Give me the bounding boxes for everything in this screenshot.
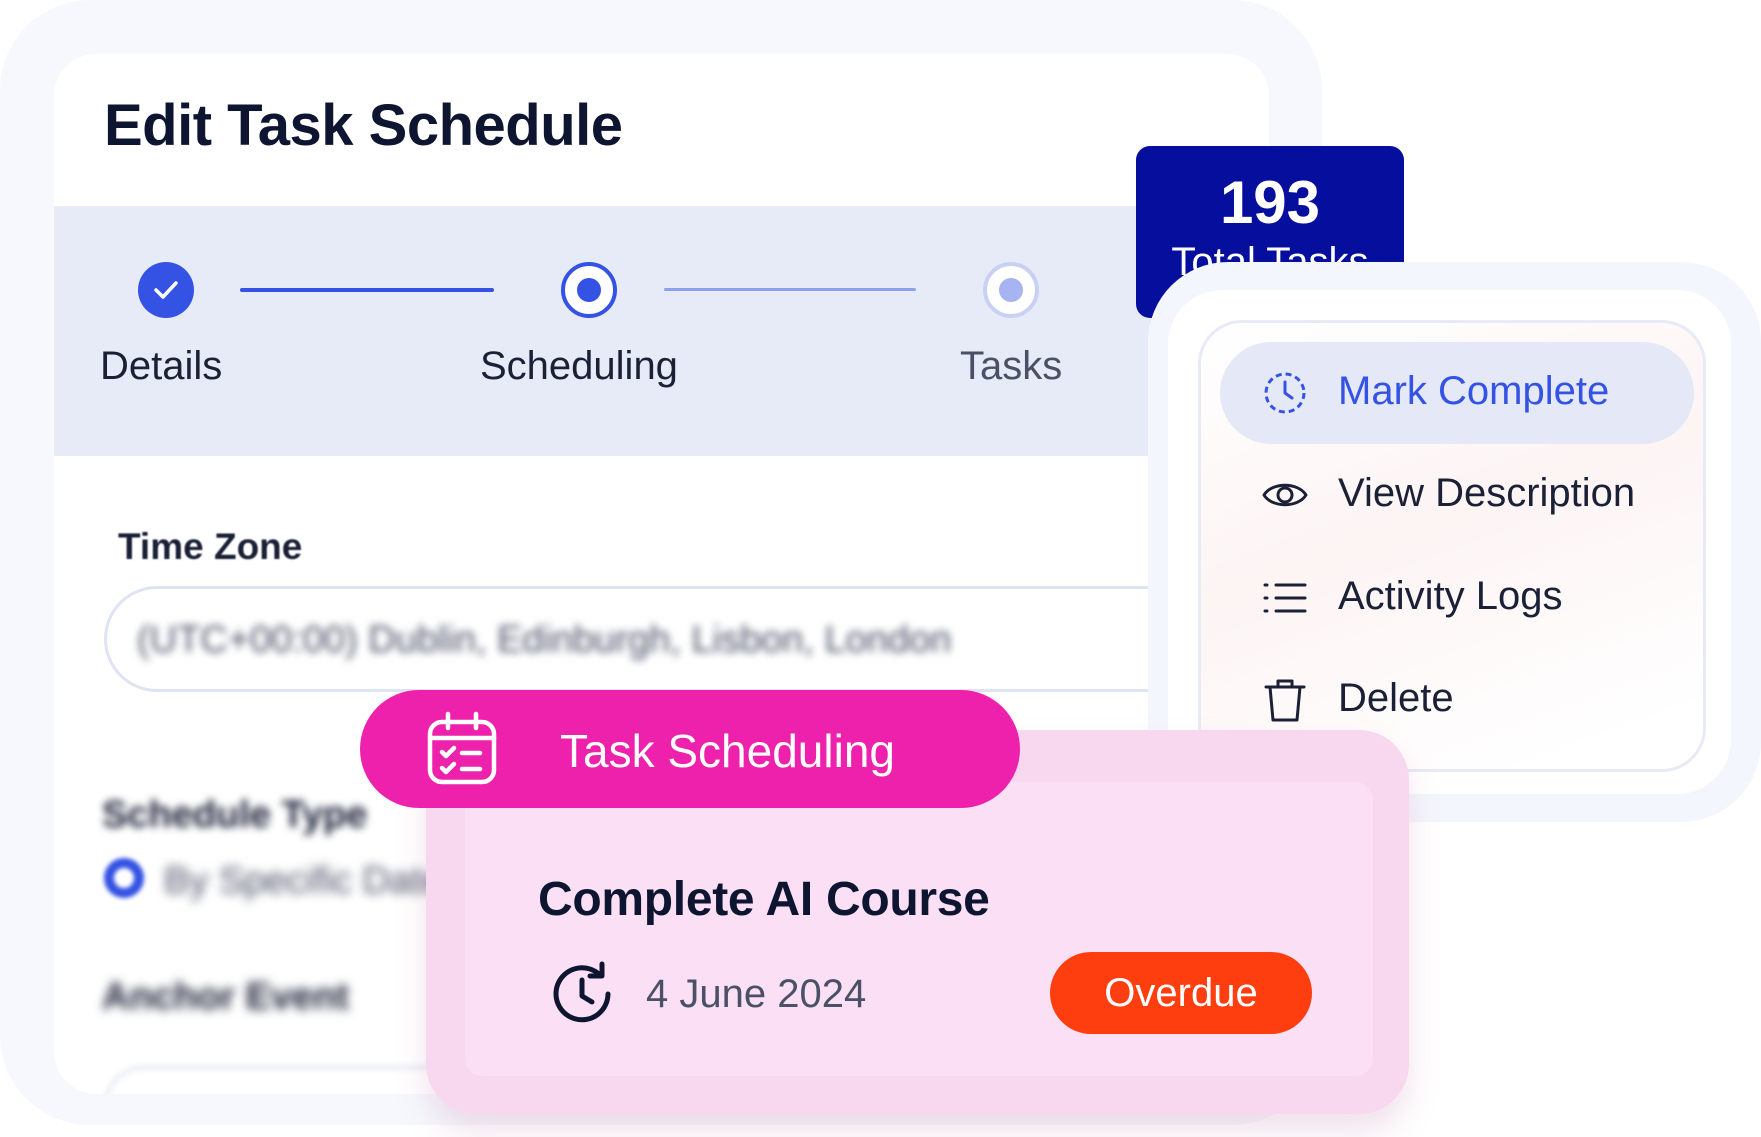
time-zone-select[interactable]: (UTC+00:00) Dublin, Edinburgh, Lisbon, L…: [104, 586, 1224, 692]
time-zone-value: (UTC+00:00) Dublin, Edinburgh, Lisbon, L…: [137, 619, 952, 661]
time-zone-label: Time Zone: [118, 526, 303, 567]
trash-icon: [1264, 679, 1306, 722]
eye-icon: [1262, 483, 1308, 507]
schedule-type-radio[interactable]: [104, 858, 144, 898]
total-tasks-count: 193: [1219, 169, 1321, 236]
menu-item-view-description[interactable]: View Description: [1220, 444, 1694, 546]
calendar-check-icon: [427, 711, 497, 785]
stepper: Details Scheduling Tasks: [54, 206, 1269, 456]
menu-item-mark-complete[interactable]: Mark Complete: [1220, 342, 1694, 444]
task-pill-label: Task Scheduling: [560, 725, 895, 777]
schedule-type-option-blurred: By Specific Date: [164, 860, 443, 902]
status-badge: Overdue: [1050, 952, 1312, 1034]
menu-item-label: View Description: [1338, 471, 1636, 515]
menu-item-label: Delete: [1338, 676, 1454, 720]
step-scheduling-indicator[interactable]: [561, 262, 617, 318]
step-connector-2: [664, 288, 916, 291]
checkmark-icon: [154, 281, 178, 299]
list-icon: [1263, 583, 1307, 613]
step-connector-1: [240, 288, 494, 292]
step-details-indicator[interactable]: [138, 262, 194, 318]
clock-dashed-icon: [1264, 372, 1306, 414]
step-label-details[interactable]: Details: [100, 344, 222, 389]
task-scheduling-pill: Task Scheduling: [360, 690, 1020, 808]
step-label-tasks[interactable]: Tasks: [960, 344, 1062, 389]
step-tasks-indicator[interactable]: [983, 262, 1039, 318]
task-title[interactable]: Complete AI Course: [538, 872, 990, 927]
menu-item-label: Mark Complete: [1338, 369, 1610, 413]
page-title: Edit Task Schedule: [104, 93, 623, 158]
menu-item-label: Activity Logs: [1338, 574, 1563, 618]
schedule-type-label-blurred: Schedule Type: [102, 794, 368, 836]
anchor-event-label-blurred: Anchor Event: [102, 976, 350, 1018]
menu-item-activity-logs[interactable]: Activity Logs: [1220, 547, 1694, 649]
task-due-date: 4 June 2024: [646, 972, 867, 1016]
step-label-scheduling[interactable]: Scheduling: [480, 344, 678, 389]
clock-rotate-icon: [553, 961, 611, 1023]
